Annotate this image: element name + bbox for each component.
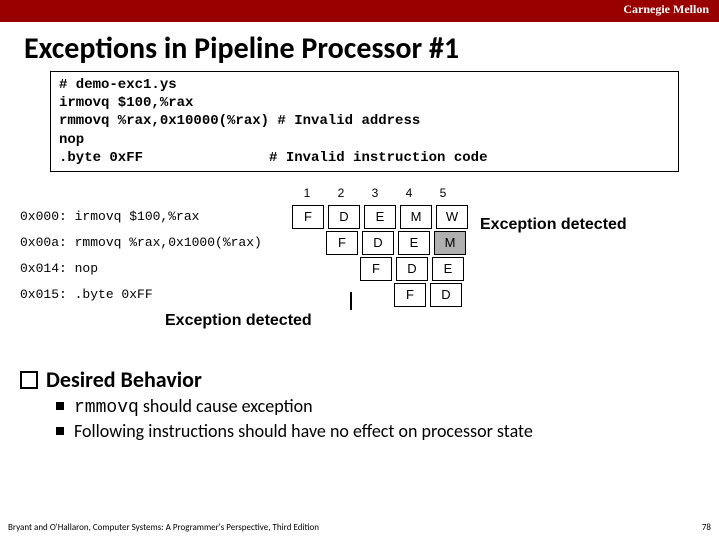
- open-bullet-icon: [20, 371, 38, 389]
- brand-bar: Carnegie Mellon: [0, 0, 719, 22]
- code-word: rmmovq: [74, 398, 139, 418]
- pipeline-row: 0x015: .byte 0xFFFD: [20, 282, 470, 308]
- instr-label: 0x000: irmovq $100,%rax: [20, 209, 290, 224]
- stage-num: 1: [290, 186, 324, 200]
- stage-cell: E: [432, 257, 464, 281]
- bullet-item: rmmovq should cause exception: [56, 395, 719, 418]
- section-heading: Desired Behavior: [20, 366, 719, 393]
- exception-label-top: Exception detected: [480, 216, 627, 234]
- stage-cell: M: [400, 205, 432, 229]
- stage-cells: FDE: [290, 256, 466, 282]
- stage-headers: 1 2 3 4 5: [290, 186, 460, 200]
- stage-cell: D: [430, 283, 462, 307]
- instr-label: 0x015: .byte 0xFF: [20, 287, 290, 302]
- code-listing: # demo-exc1.ys irmovq $100,%rax rmmovq %…: [50, 71, 679, 172]
- stage-cell: E: [364, 205, 396, 229]
- stage-cells: FDEMW: [290, 204, 470, 230]
- stage-cell: F: [326, 231, 358, 255]
- footer-citation: Bryant and O'Hallaron, Computer Systems:…: [8, 522, 319, 533]
- stage-cell: M: [434, 231, 466, 255]
- stage-cell: D: [396, 257, 428, 281]
- stage-num: 5: [426, 186, 460, 200]
- footer: Bryant and O'Hallaron, Computer Systems:…: [8, 522, 711, 533]
- pipeline-row: 0x00a: rmmovq %rax,0x1000(%rax)FDEM: [20, 230, 470, 256]
- bullet-item: Following instructions should have no ef…: [56, 420, 719, 442]
- brand-label: Carnegie Mellon: [623, 2, 709, 16]
- instr-label: 0x00a: rmmovq %rax,0x1000(%rax): [20, 235, 290, 250]
- stage-cell: E: [398, 231, 430, 255]
- stage-cell: W: [436, 205, 468, 229]
- stage-num: 3: [358, 186, 392, 200]
- square-bullet-icon: [56, 427, 64, 435]
- stage-cells: FDEM: [290, 230, 468, 256]
- slide-title: Exceptions in Pipeline Processor #1: [24, 30, 719, 67]
- stage-cell: F: [394, 283, 426, 307]
- stage-num: 4: [392, 186, 426, 200]
- stage-cell: D: [362, 231, 394, 255]
- instr-label: 0x014: nop: [20, 261, 290, 276]
- square-bullet-icon: [56, 402, 64, 410]
- pipeline-diagram: 1 2 3 4 5 0x000: irmovq $100,%raxFDEMW0x…: [20, 186, 719, 356]
- stage-cell: F: [292, 205, 324, 229]
- stage-cell: F: [360, 257, 392, 281]
- stage-cells: FD: [290, 282, 464, 308]
- page-number: 78: [702, 522, 711, 533]
- pointer-line: [350, 292, 352, 310]
- stage-num: 2: [324, 186, 358, 200]
- pipeline-row: 0x014: nopFDE: [20, 256, 470, 282]
- exception-label-bottom: Exception detected: [165, 312, 312, 330]
- pipeline-row: 0x000: irmovq $100,%raxFDEMW: [20, 204, 470, 230]
- stage-cell: D: [328, 205, 360, 229]
